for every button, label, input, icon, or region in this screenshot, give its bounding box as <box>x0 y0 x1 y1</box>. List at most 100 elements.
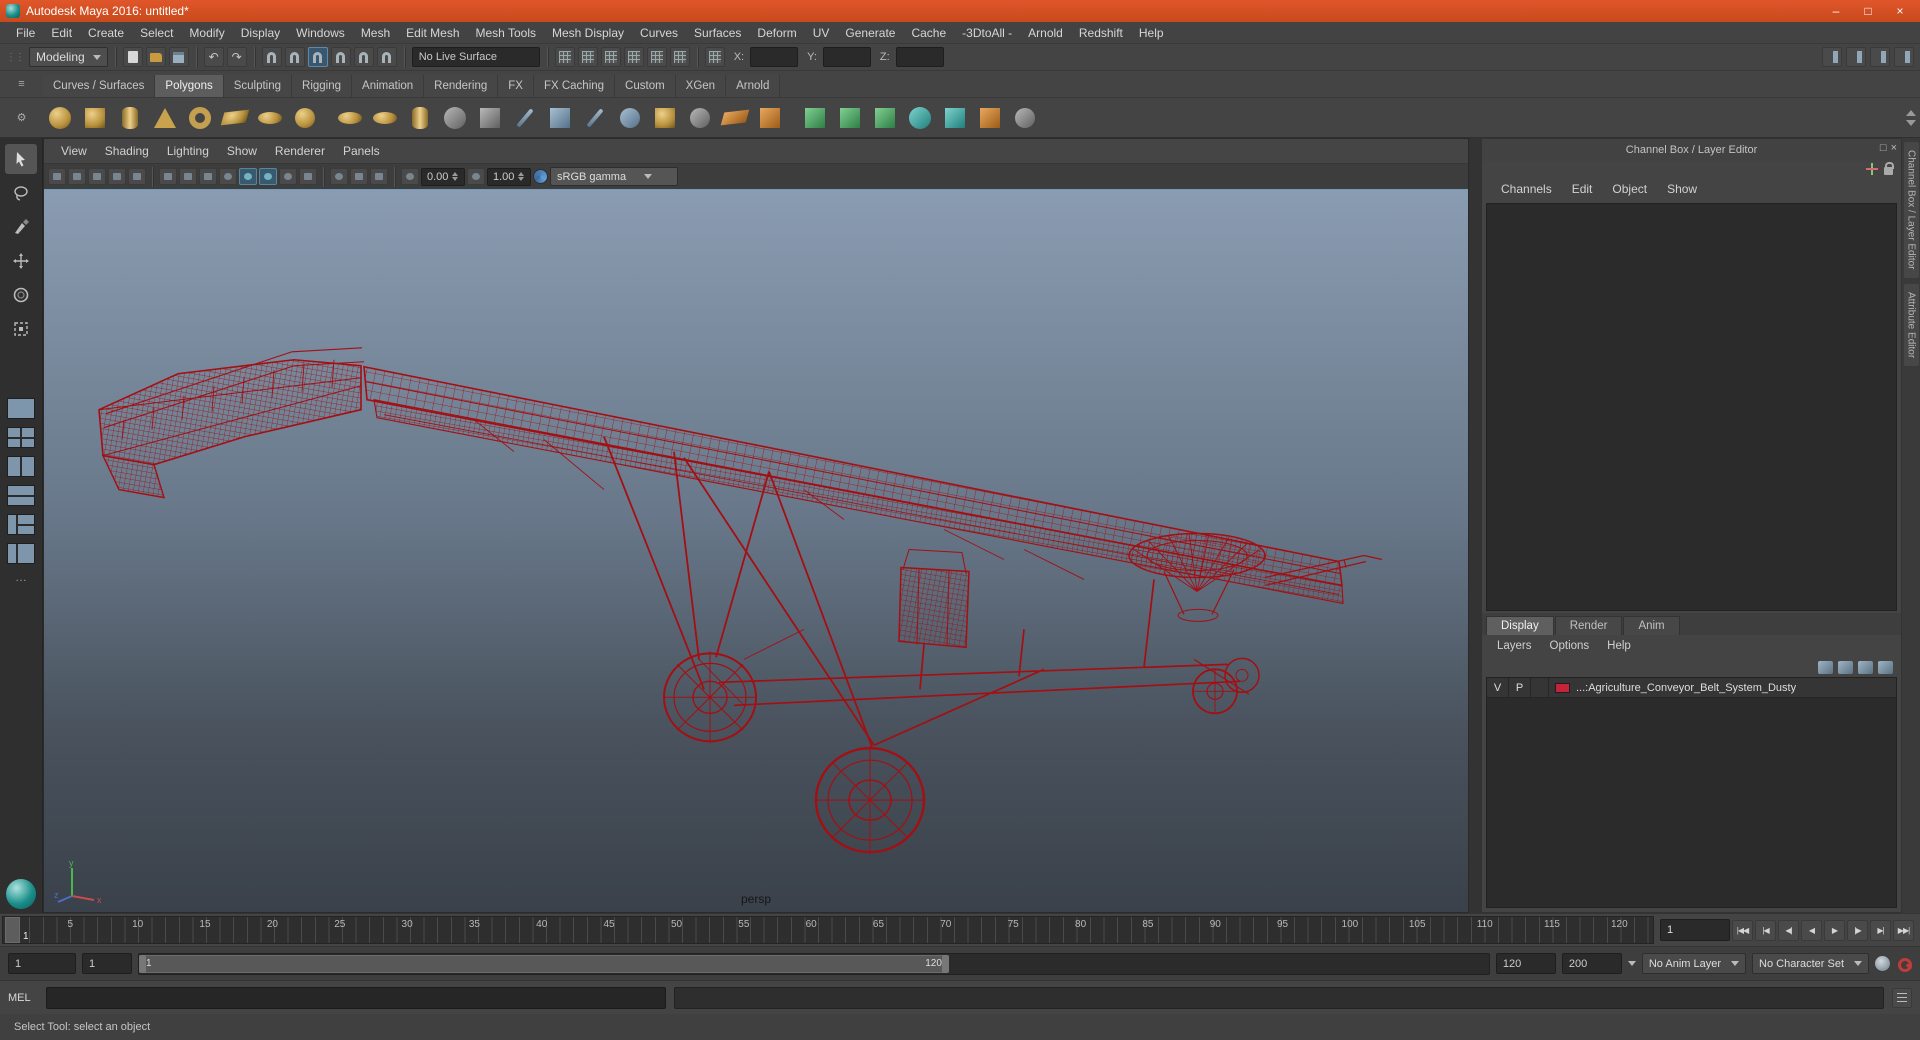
paint-select-tool-icon[interactable] <box>5 212 37 242</box>
shelf-menu-icon[interactable]: ≡ <box>14 77 30 91</box>
bevel-icon[interactable] <box>648 101 681 134</box>
two-pane-side-layout-button[interactable] <box>7 456 35 477</box>
gamma-field[interactable]: 1.00 <box>487 167 531 186</box>
scale-tool-icon[interactable] <box>5 314 37 344</box>
screen-space-ao-icon[interactable] <box>259 168 277 185</box>
image-plane-icon[interactable] <box>128 168 146 185</box>
show-attribute-editor-icon[interactable] <box>1846 47 1866 67</box>
output-operations-icon[interactable] <box>577 47 598 67</box>
select-camera-icon[interactable] <box>48 168 66 185</box>
shelf-tab-curves-surfaces[interactable]: Curves / Surfaces <box>43 75 156 97</box>
viewport-menu-panels[interactable]: Panels <box>334 144 389 158</box>
move-layer-up-icon[interactable] <box>1818 660 1833 674</box>
menu-edit[interactable]: Edit <box>43 22 80 44</box>
joint-xray-icon[interactable] <box>370 168 388 185</box>
shadows-icon[interactable] <box>239 168 257 185</box>
poly-platonic-icon[interactable] <box>473 101 506 134</box>
play-backward-button[interactable]: ◀ <box>1801 919 1822 941</box>
input-operations-icon[interactable] <box>554 47 575 67</box>
channel-box-list[interactable] <box>1486 203 1897 611</box>
z-input[interactable] <box>895 47 944 67</box>
shelf-tab-arnold[interactable]: Arnold <box>726 75 781 97</box>
select-tool-icon[interactable] <box>5 144 37 174</box>
boolean-difference-icon[interactable] <box>833 101 866 134</box>
poly-plane-icon[interactable] <box>218 101 251 134</box>
menu-surfaces[interactable]: Surfaces <box>686 22 749 44</box>
smooth-icon[interactable] <box>903 101 936 134</box>
viewport-canvas[interactable]: y x z persp <box>44 189 1468 912</box>
construction-history-icon[interactable] <box>600 47 621 67</box>
poly-cube-icon[interactable] <box>78 101 111 134</box>
snap-to-view-planes-icon[interactable] <box>353 47 374 67</box>
anim-layer-dropdown[interactable]: No Anim Layer <box>1641 953 1747 974</box>
menu-modify[interactable]: Modify <box>181 22 232 44</box>
use-all-lights-icon[interactable] <box>219 168 237 185</box>
menu-help[interactable]: Help <box>1131 22 1172 44</box>
playback-end-field[interactable]: 120 <box>1495 953 1556 974</box>
menu-display[interactable]: Display <box>233 22 288 44</box>
snap-to-curves-icon[interactable] <box>284 47 305 67</box>
save-scene-icon[interactable] <box>168 47 189 67</box>
menu-create[interactable]: Create <box>80 22 132 44</box>
lock-camera-icon[interactable] <box>68 168 86 185</box>
tab-attribute-editor[interactable]: Attribute Editor <box>1903 283 1919 366</box>
menu-mesh[interactable]: Mesh <box>353 22 398 44</box>
new-layer-from-selected-icon[interactable] <box>1878 660 1893 674</box>
motion-blur-icon[interactable] <box>279 168 297 185</box>
menu-edit-mesh[interactable]: Edit Mesh <box>398 22 467 44</box>
poly-superellipse-icon[interactable] <box>333 101 366 134</box>
combine-icon[interactable] <box>938 101 971 134</box>
render-icon[interactable] <box>623 47 644 67</box>
menu-mesh-tools[interactable]: Mesh Tools <box>468 22 544 44</box>
auto-keyframe-icon[interactable] <box>1896 956 1912 972</box>
bridge-icon[interactable] <box>683 101 716 134</box>
extrude-icon[interactable] <box>718 101 751 134</box>
shelf-tab-polygons[interactable]: Polygons <box>155 75 224 97</box>
layer-name[interactable]: ...:Agriculture_Conveyor_Belt_System_Dus… <box>1576 682 1796 694</box>
symmetry-icon[interactable] <box>973 101 1006 134</box>
options-menu[interactable]: Options <box>1541 640 1599 652</box>
isolate-select-icon[interactable] <box>330 168 348 185</box>
snap-to-points-icon[interactable] <box>307 47 328 67</box>
close-button[interactable]: × <box>1884 0 1916 22</box>
layer-visibility-toggle[interactable]: V <box>1487 678 1509 697</box>
range-start-handle[interactable] <box>139 954 146 973</box>
y-input[interactable] <box>822 47 871 67</box>
new-scene-icon[interactable] <box>122 47 143 67</box>
layout-more-button[interactable]: … <box>15 570 27 584</box>
layer-color-swatch[interactable] <box>1555 682 1570 693</box>
smooth-shade-icon[interactable] <box>179 168 197 185</box>
playback-start-field[interactable]: 1 <box>82 953 132 974</box>
menu-3dtoall[interactable]: -3DtoAll - <box>954 22 1020 44</box>
current-frame-marker[interactable] <box>5 917 20 943</box>
poly-torus-icon[interactable] <box>183 101 216 134</box>
ipr-render-icon[interactable] <box>646 47 667 67</box>
exposure-icon[interactable] <box>401 168 419 185</box>
maximize-button[interactable]: □ <box>1852 0 1884 22</box>
shelf-scroll-down-icon[interactable] <box>1906 119 1916 126</box>
shelf-scroll-up-icon[interactable] <box>1906 109 1916 116</box>
xray-icon[interactable] <box>350 168 368 185</box>
viewport-menu-shading[interactable]: Shading <box>96 144 158 158</box>
four-pane-layout-button[interactable] <box>7 427 35 448</box>
outliner-persp-layout-button[interactable] <box>7 543 35 564</box>
gamma-icon[interactable] <box>467 168 485 185</box>
shelf-tab-animation[interactable]: Animation <box>352 75 425 97</box>
lasso-tool-icon[interactable] <box>5 178 37 208</box>
poly-helix-icon[interactable] <box>403 101 436 134</box>
dock-icon[interactable]: □ <box>1880 142 1887 154</box>
layer-row[interactable]: V P ...:Agriculture_Conveyor_Belt_System… <box>1487 678 1896 698</box>
menu-uv[interactable]: UV <box>805 22 838 44</box>
multisample-icon[interactable] <box>299 168 317 185</box>
quad-draw-icon[interactable] <box>543 101 576 134</box>
character-set-dropdown[interactable]: No Character Set <box>1752 953 1869 974</box>
lock-icon[interactable] <box>1884 161 1894 175</box>
menu-set-selector[interactable]: Modeling <box>29 47 108 67</box>
uv-pencil-icon[interactable] <box>508 101 541 134</box>
shelf-tab-xgen[interactable]: XGen <box>675 75 727 97</box>
viewport-menu-lighting[interactable]: Lighting <box>158 144 218 158</box>
mirror-icon[interactable] <box>753 101 786 134</box>
minimize-button[interactable]: – <box>1820 0 1852 22</box>
move-layer-down-icon[interactable] <box>1838 660 1853 674</box>
viewport-menu-renderer[interactable]: Renderer <box>266 144 334 158</box>
